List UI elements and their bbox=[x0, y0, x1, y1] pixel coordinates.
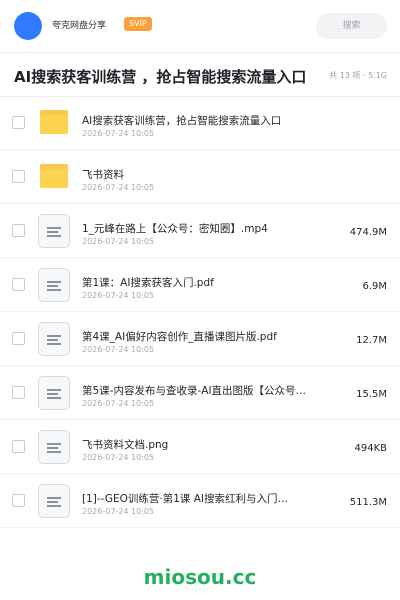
checkbox[interactable] bbox=[12, 386, 25, 399]
top-bar: 夸克网盘分享 SVIP 搜索 bbox=[0, 0, 400, 52]
list-item[interactable]: 第1课：AI搜索获客入门.pdf 2026-07-24 10:05 6.9M bbox=[0, 258, 400, 312]
checkbox[interactable] bbox=[12, 332, 25, 345]
file-name: AI搜索获客训练营，抢占智能搜索流量入口 bbox=[82, 115, 282, 127]
list-item[interactable]: AI搜索获客训练营，抢占智能搜索流量入口 2026-07-24 10:05 bbox=[0, 96, 400, 150]
list-item[interactable]: [1]--GEO训练营·第1课 AI搜索红利与入门… 2026-07-24 10… bbox=[0, 474, 400, 528]
file-size: 12.7M bbox=[356, 335, 387, 346]
document-icon bbox=[38, 484, 70, 518]
document-icon bbox=[38, 430, 70, 464]
file-name: 1_元峰在路上【公众号：密知圈】.mp4 bbox=[82, 223, 268, 235]
file-date: 2026-07-24 10:05 bbox=[82, 129, 155, 138]
checkbox[interactable] bbox=[12, 440, 25, 453]
file-size: 494KB bbox=[354, 443, 387, 454]
folder-icon bbox=[38, 160, 70, 194]
svip-badge: SVIP bbox=[124, 17, 152, 31]
file-size: 15.5M bbox=[356, 389, 387, 400]
file-date: 2026-07-24 10:05 bbox=[82, 453, 155, 462]
list-item[interactable]: 第5课-内容发布与查收录-AI直出图版【公众号：密… 2026-07-24 10… bbox=[0, 366, 400, 420]
watermark: miosou.cc bbox=[143, 565, 257, 589]
avatar[interactable] bbox=[14, 12, 42, 40]
file-name: 飞书资料 bbox=[82, 169, 124, 181]
file-date: 2026-07-24 10:05 bbox=[82, 291, 155, 300]
document-icon bbox=[38, 214, 70, 248]
folder-icon bbox=[38, 106, 70, 140]
file-date: 2026-07-24 10:05 bbox=[82, 399, 155, 408]
checkbox[interactable] bbox=[12, 494, 25, 507]
search-input[interactable]: 搜索 bbox=[316, 13, 387, 39]
page-title: AI搜索获客训练营 ，抢占智能搜索流量入口 bbox=[14, 68, 307, 86]
item-count-meta: 共 13 项 · 5.1G bbox=[329, 71, 387, 80]
file-size: 511.3M bbox=[349, 497, 387, 508]
file-name: 飞书资料文档.png bbox=[82, 439, 169, 451]
file-size: 6.9M bbox=[362, 281, 387, 292]
list-item[interactable]: 第4课_AI偏好内容创作_直播课图片版.pdf 2026-07-24 10:05… bbox=[0, 312, 400, 366]
list-item[interactable]: 1_元峰在路上【公众号：密知圈】.mp4 2026-07-24 10:05 47… bbox=[0, 204, 400, 258]
file-name: [1]--GEO训练营·第1课 AI搜索红利与入门… bbox=[82, 493, 289, 505]
file-name: 第1课：AI搜索获客入门.pdf bbox=[82, 277, 214, 289]
document-icon bbox=[38, 322, 70, 356]
list-item[interactable]: 飞书资料文档.png 2026-07-24 10:05 494KB bbox=[0, 420, 400, 474]
file-date: 2026-07-24 10:05 bbox=[82, 183, 155, 192]
user-name: 夸克网盘分享 bbox=[52, 21, 107, 31]
file-name: 第5课-内容发布与查收录-AI直出图版【公众号：密… bbox=[82, 385, 312, 397]
checkbox[interactable] bbox=[12, 224, 25, 237]
file-date: 2026-07-24 10:05 bbox=[82, 507, 155, 516]
checkbox[interactable] bbox=[12, 170, 25, 183]
checkbox[interactable] bbox=[12, 116, 25, 129]
document-icon bbox=[38, 376, 70, 410]
file-date: 2026-07-24 10:05 bbox=[82, 345, 155, 354]
document-icon bbox=[38, 268, 70, 302]
list-item[interactable]: 飞书资料 2026-07-24 10:05 bbox=[0, 150, 400, 204]
file-date: 2026-07-24 10:05 bbox=[82, 237, 155, 246]
checkbox[interactable] bbox=[12, 278, 25, 291]
file-size: 474.9M bbox=[349, 227, 387, 238]
header-divider bbox=[0, 52, 400, 53]
file-name: 第4课_AI偏好内容创作_直播课图片版.pdf bbox=[82, 331, 277, 343]
